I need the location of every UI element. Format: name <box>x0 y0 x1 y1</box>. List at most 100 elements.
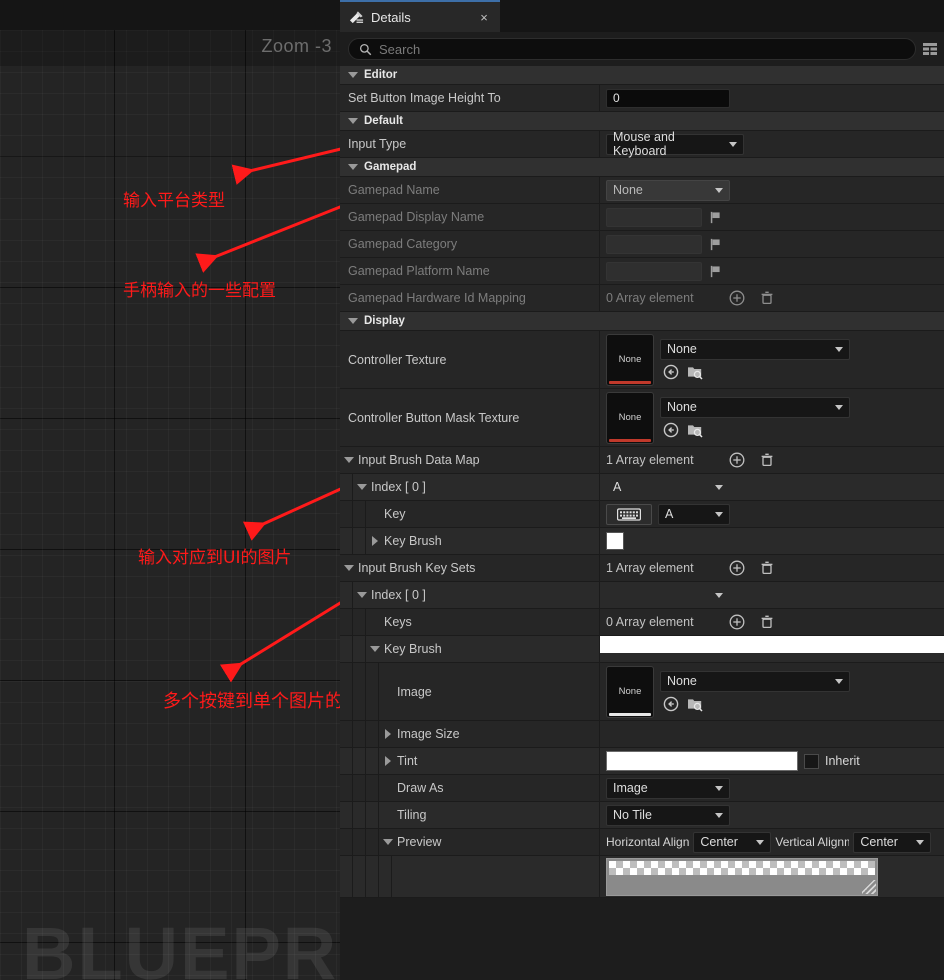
controller-button-mask-thumbnail[interactable]: None <box>606 391 654 444</box>
tiling-value: No Tile <box>613 808 652 822</box>
thumbnail-underline <box>609 439 651 442</box>
inherit-checkbox[interactable] <box>804 753 819 769</box>
expander[interactable] <box>366 536 384 546</box>
plus-circle-icon[interactable] <box>728 613 746 631</box>
controller-texture-asset-dropdown[interactable]: None <box>660 338 850 360</box>
row-value-cell: None None <box>600 663 944 720</box>
row-image[interactable]: Image None None <box>340 663 944 721</box>
section-display[interactable]: Display <box>340 312 944 331</box>
asset-picker-group: None <box>660 396 850 439</box>
key-dropdown[interactable]: A <box>658 503 730 525</box>
image-thumbnail[interactable]: None <box>606 665 654 718</box>
chevron-down-icon <box>348 164 358 170</box>
close-icon[interactable]: × <box>477 10 491 25</box>
row-label: Gamepad Platform Name <box>348 264 490 278</box>
row-key[interactable]: Key A <box>340 501 944 528</box>
reset-arrow-icon[interactable] <box>662 421 680 439</box>
row-keys[interactable]: Keys 0 Array element <box>340 609 944 636</box>
image-asset-dropdown[interactable]: None <box>660 670 850 692</box>
row-draw-as[interactable]: Draw As Image <box>340 775 944 802</box>
view-options-icon[interactable] <box>922 41 938 57</box>
expander[interactable] <box>340 565 358 571</box>
chevron-down-icon <box>756 839 765 845</box>
annotation-multi-key-mapping: 多个按键到单个图片的映射（比如移动上下左右对应一张图片） <box>163 691 340 712</box>
draw-as-dropdown[interactable]: Image <box>606 777 730 799</box>
horizontal-align-label: Horizontal Align <box>606 835 690 849</box>
expander[interactable] <box>379 729 397 739</box>
reset-arrow-icon[interactable] <box>662 695 680 713</box>
keyboard-icon[interactable] <box>606 503 652 525</box>
browse-content-icon[interactable] <box>686 421 704 439</box>
row-label-cell: Gamepad Name <box>340 177 600 203</box>
blueprint-graph-canvas[interactable]: Zoom -3 BLUEPRINT 输入平台类型 手柄输入的一些配置 输入对应到… <box>0 0 340 980</box>
expander[interactable] <box>366 646 384 652</box>
row-controller-texture[interactable]: Controller Texture None None <box>340 331 944 389</box>
row-value-cell <box>600 856 944 897</box>
section-default[interactable]: Default <box>340 112 944 131</box>
key-sets-index-dropdown[interactable] <box>606 585 730 606</box>
horizontal-align-dropdown[interactable]: Center <box>693 831 772 853</box>
browse-content-icon[interactable] <box>686 363 704 381</box>
row-label: Input Brush Data Map <box>358 453 480 467</box>
controller-texture-thumbnail[interactable]: None <box>606 333 654 386</box>
section-editor[interactable]: Editor <box>340 66 944 85</box>
search-input[interactable]: Search <box>348 38 916 60</box>
trash-icon[interactable] <box>758 559 776 577</box>
row-key-sets-index-0[interactable]: Index [ 0 ] <box>340 582 944 609</box>
localization-flag-icon <box>710 265 720 277</box>
row-label-cell: Key Brush <box>340 528 600 554</box>
plus-circle-icon[interactable] <box>728 559 746 577</box>
row-label-cell: Key <box>340 501 600 527</box>
row-image-size[interactable]: Image Size <box>340 721 944 748</box>
trash-icon[interactable] <box>758 613 776 631</box>
tiling-dropdown[interactable]: No Tile <box>606 804 730 826</box>
chevron-down-icon <box>715 187 723 193</box>
button-image-height-input[interactable]: 0 <box>606 88 730 108</box>
expander[interactable] <box>379 756 397 766</box>
row-input-type[interactable]: Input Type Mouse and Keyboard <box>340 130 944 158</box>
row-label-cell: Index [ 0 ] <box>340 474 600 500</box>
tint-color-picker[interactable] <box>606 751 798 771</box>
row-label: Gamepad Hardware Id Mapping <box>348 291 526 305</box>
row-key-brush-collapsed[interactable]: Key Brush <box>340 528 944 555</box>
row-value-cell: 0 Array element <box>600 285 944 311</box>
browse-content-icon[interactable] <box>686 695 704 713</box>
row-value-cell <box>600 528 944 554</box>
row-set-button-image-height[interactable]: Set Button Image Height To 0 <box>340 85 944 112</box>
row-tint[interactable]: Tint Inherit <box>340 748 944 775</box>
chevron-down-icon <box>715 592 723 598</box>
row-value-cell <box>600 636 944 662</box>
gamepad-name-dropdown: None <box>606 179 730 201</box>
row-tiling[interactable]: Tiling No Tile <box>340 802 944 829</box>
plus-circle-icon[interactable] <box>728 451 746 469</box>
vertical-align-dropdown[interactable]: Center <box>853 831 932 853</box>
data-map-index-dropdown[interactable]: A <box>606 477 730 498</box>
search-placeholder: Search <box>379 41 421 57</box>
section-gamepad[interactable]: Gamepad <box>340 158 944 177</box>
expander[interactable] <box>353 592 371 598</box>
trash-icon[interactable] <box>758 451 776 469</box>
vertical-align-value: Center <box>860 835 898 849</box>
asset-actions <box>660 421 850 439</box>
expander[interactable] <box>340 457 358 463</box>
chevron-down-icon <box>348 318 358 324</box>
transparency-checkerboard <box>609 860 875 875</box>
key-brush-color-swatch[interactable] <box>606 532 624 550</box>
expander[interactable] <box>353 484 371 490</box>
details-panel: Details × Search Editor Set Button Image… <box>340 0 944 980</box>
expander[interactable] <box>379 839 397 845</box>
row-input-brush-data-map[interactable]: Input Brush Data Map 1 Array element <box>340 447 944 474</box>
row-data-map-index-0[interactable]: Index [ 0 ] A <box>340 474 944 501</box>
controller-button-mask-asset-dropdown[interactable]: None <box>660 396 850 418</box>
input-type-dropdown[interactable]: Mouse and Keyboard <box>606 130 744 158</box>
brush-preview[interactable] <box>606 857 878 896</box>
graph-grid <box>0 30 340 980</box>
reset-arrow-icon[interactable] <box>662 363 680 381</box>
tab-details[interactable]: Details × <box>340 0 500 32</box>
resize-grip-icon[interactable] <box>862 879 876 894</box>
row-preview[interactable]: Preview Horizontal Align Center Vertical… <box>340 829 944 856</box>
row-input-brush-key-sets[interactable]: Input Brush Key Sets 1 Array element <box>340 555 944 582</box>
row-key-brush-expanded[interactable]: Key Brush <box>340 636 944 663</box>
array-count: 0 Array element <box>606 291 694 305</box>
row-controller-button-mask-texture[interactable]: Controller Button Mask Texture None None <box>340 389 944 447</box>
